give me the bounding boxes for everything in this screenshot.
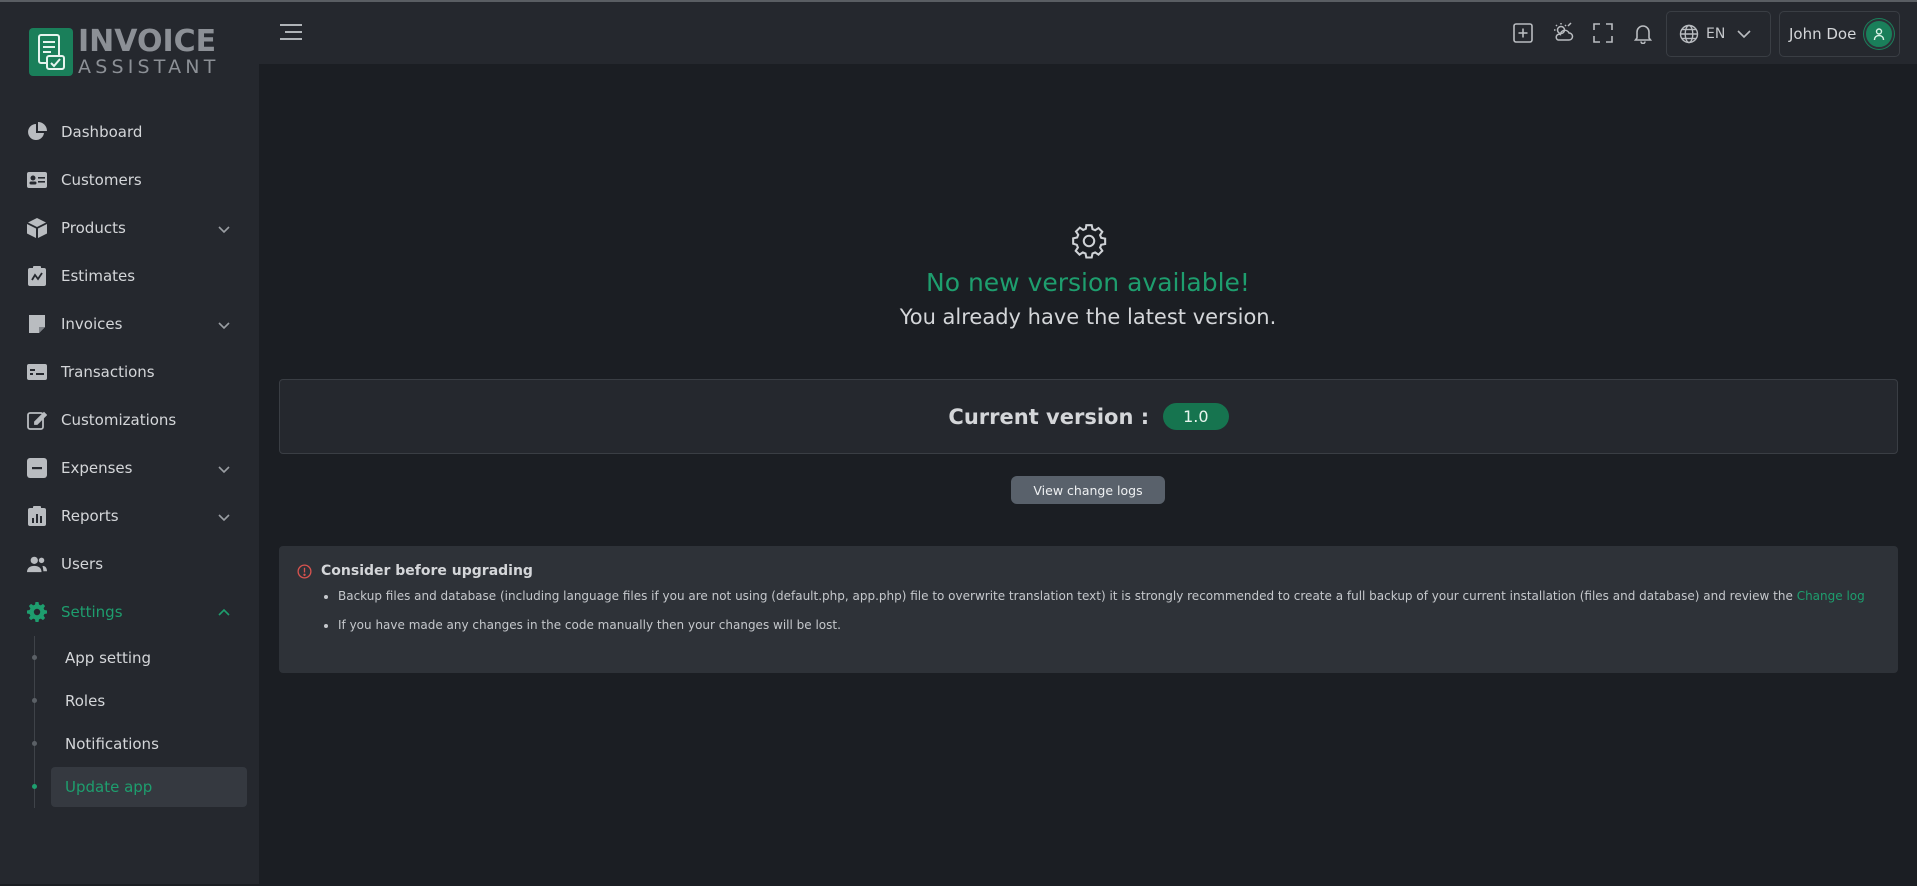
sidebar-item-invoices[interactable]: Invoices [0,300,259,348]
tree-dot [32,741,37,746]
notice-title: Consider before upgrading [321,563,533,579]
warning-circle-icon [297,563,312,579]
clipboard-icon [27,266,47,286]
version-badge: 1.0 [1163,403,1229,430]
sidebar: INVOICE ASSISTANT Dashboard Customers Pr… [0,2,259,884]
status-title: No new version available! [926,268,1250,297]
sidebar-item-label: Dashboard [61,123,143,141]
receipt-icon [27,362,47,382]
sidebar-subitem-roles[interactable]: Roles [0,679,259,722]
logo-subtitle: ASSISTANT [78,56,220,78]
current-version-panel: Current version : 1.0 [279,379,1898,454]
edit-icon [27,410,47,430]
tree-dot [32,655,37,660]
change-log-link[interactable]: Change log [1797,589,1865,603]
view-change-logs-button[interactable]: View change logs [1011,476,1165,504]
add-square-icon[interactable] [1512,22,1534,44]
weather-cloud-sun-icon[interactable] [1552,22,1574,44]
gear-icon [27,602,47,622]
chevron-down-icon [217,317,231,331]
menu-toggle-icon[interactable] [279,22,303,42]
box-icon [27,218,47,238]
chart-pie-icon [27,122,47,142]
sidebar-item-label: Expenses [61,459,133,477]
logo-title: INVOICE [78,24,217,59]
id-card-icon [27,170,47,190]
sidebar-item-label: Settings [61,603,123,621]
chevron-down-icon [217,509,231,523]
app-logo[interactable]: INVOICE ASSISTANT [29,27,220,77]
gear-icon [1070,222,1108,260]
users-icon [27,554,47,574]
language-selector[interactable]: EN [1666,11,1771,57]
sidebar-item-label: Customizations [61,411,177,429]
sidebar-subitem-label: App setting [65,648,152,667]
sidebar-item-label: Estimates [61,267,136,285]
user-name: John Doe [1789,25,1857,43]
sidebar-item-label: Customers [61,171,142,189]
top-header: EN John Doe [259,2,1917,64]
sidebar-item-expenses[interactable]: Expenses [0,444,259,492]
notice-item-text: If you have made any changes in the code… [338,617,841,632]
sidebar-subitem-update-app[interactable]: Update app [0,765,259,808]
invoice-logo-icon [29,28,73,76]
sidebar-item-label: Reports [61,507,119,525]
main-content: No new version available! You already ha… [259,64,1917,884]
upgrade-notice: Consider before upgrading Backup files a… [279,546,1898,673]
sidebar-subitem-label: Notifications [65,734,159,753]
user-menu[interactable]: John Doe [1779,11,1900,57]
chevron-down-icon [217,461,231,475]
tree-dot [32,698,37,703]
avatar [1864,19,1895,49]
current-version-label: Current version : [948,404,1150,429]
status-subtitle: You already have the latest version. [899,305,1277,329]
tree-dot [32,784,37,789]
sidebar-item-estimates[interactable]: Estimates [0,252,259,300]
notice-list: Backup files and database (including lan… [297,588,1880,634]
sidebar-item-customers[interactable]: Customers [0,156,259,204]
sidebar-item-label: Transactions [61,363,155,381]
sidebar-item-transactions[interactable]: Transactions [0,348,259,396]
sidebar-item-dashboard[interactable]: Dashboard [0,108,259,156]
notice-item-text: Backup files and database (including lan… [338,589,1793,603]
fullscreen-icon[interactable] [1592,22,1614,44]
settings-submenu: App setting Roles Notifications Update a… [0,636,259,808]
list-item: If you have made any changes in the code… [338,617,1880,634]
sidebar-item-users[interactable]: Users [0,540,259,588]
globe-icon [1679,24,1699,44]
chevron-down-icon [1736,26,1752,42]
report-icon [27,506,47,526]
sidebar-item-customizations[interactable]: Customizations [0,396,259,444]
bell-icon[interactable] [1632,22,1654,45]
chevron-down-icon [217,221,231,235]
sidebar-item-label: Products [61,219,126,237]
sidebar-item-settings[interactable]: Settings [0,588,259,636]
sidebar-subitem-notifications[interactable]: Notifications [0,722,259,765]
sidebar-subitem-app-setting[interactable]: App setting [0,636,259,679]
minus-square-icon [27,458,47,478]
sidebar-subitem-label: Roles [65,691,106,710]
language-label: EN [1706,26,1726,42]
sidebar-subitem-label: Update app [65,777,153,796]
invoice-icon [27,314,47,334]
sidebar-item-label: Users [61,555,104,573]
sidebar-item-reports[interactable]: Reports [0,492,259,540]
sidebar-nav: Dashboard Customers Products Estimates I… [0,108,259,808]
sidebar-item-label: Invoices [61,315,123,333]
chevron-up-icon [217,605,231,619]
list-item: Backup files and database (including lan… [338,588,1880,605]
sidebar-item-products[interactable]: Products [0,204,259,252]
